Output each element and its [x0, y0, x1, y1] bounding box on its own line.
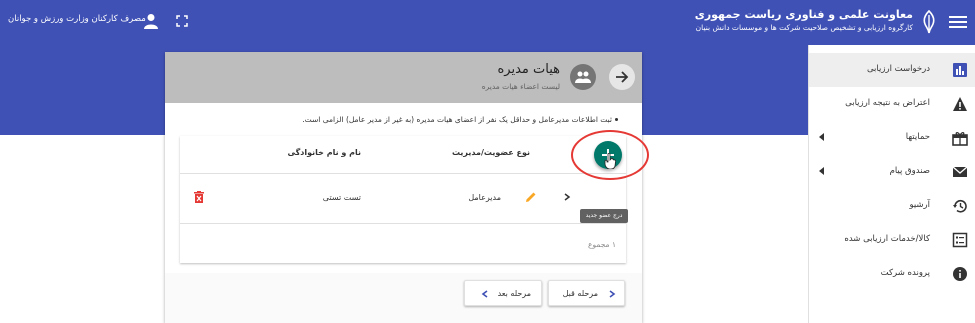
bar-chart-icon — [953, 63, 967, 77]
column-header-name: نام و نام خانوادگی — [287, 148, 361, 157]
sidebar-item-objection[interactable]: اعتراض به نتیجه ارزیابی — [809, 87, 975, 121]
history-icon — [953, 200, 967, 213]
sidebar: درخواست ارزیابی اعتراض به نتیجه ارزیابی … — [808, 45, 975, 323]
fullscreen-icon[interactable] — [176, 15, 188, 27]
hamburger-menu-icon[interactable] — [949, 13, 967, 31]
warning-icon — [953, 97, 967, 111]
sidebar-item-label: صندوق پیام — [889, 166, 930, 176]
people-avatar — [570, 64, 596, 90]
expand-caret-icon — [819, 133, 824, 141]
group-icon — [575, 71, 591, 83]
cell-role: مدیرعامل — [468, 193, 501, 202]
card-title: هیات مدیره — [497, 62, 561, 77]
arrow-forward-icon — [616, 71, 629, 83]
add-member-tooltip: درج عضو جدید — [580, 209, 628, 223]
brand: معاونت علمی و فناوری ریاست جمهوری کارگرو… — [695, 7, 913, 34]
sidebar-item-evaluated-goods[interactable]: کالا/خدمات ارزیابی شده — [809, 223, 975, 257]
edit-pencil-icon[interactable] — [525, 191, 537, 203]
card-header: هیات مدیره لیست اعضاء هیات مدیره — [165, 52, 642, 103]
info-icon — [953, 267, 967, 281]
next-step-label: مرحله بعد — [497, 289, 531, 298]
card-subtitle: لیست اعضاء هیات مدیره — [481, 82, 560, 91]
members-table: نوع عضویت/مدیریت نام و نام خانوادگی مدیر… — [180, 136, 626, 263]
user-name: مصرف کارکنان وزارت ورزش و جوانان — [8, 14, 146, 24]
required-notice: ثبت اطلاعات مدیرعامل و حداقل یک نفر از ا… — [302, 115, 612, 124]
sidebar-item-label: حمایتها — [905, 132, 930, 142]
chevron-right-icon[interactable] — [563, 193, 571, 201]
sidebar-item-supports[interactable]: حمایتها — [809, 121, 975, 155]
prev-step-button[interactable]: مرحله قبل — [548, 280, 625, 306]
delete-icon[interactable] — [194, 191, 204, 203]
top-app-bar: معاونت علمی و فناوری ریاست جمهوری کارگرو… — [0, 0, 975, 45]
total-count: ۱ مجموع — [588, 240, 616, 249]
gift-icon — [952, 132, 968, 146]
list-icon — [952, 232, 968, 248]
sidebar-item-company-file[interactable]: پرونده شرکت — [809, 257, 975, 291]
sidebar-item-label: پرونده شرکت — [880, 268, 930, 278]
hand-pointer-cursor-icon — [604, 153, 616, 169]
board-members-card: هیات مدیره لیست اعضاء هیات مدیره ثبت اطل… — [165, 52, 649, 323]
card-body: ثبت اطلاعات مدیرعامل و حداقل یک نفر از ا… — [165, 103, 642, 273]
sidebar-item-label: اعتراض به نتیجه ارزیابی — [845, 98, 930, 108]
user-icon[interactable] — [144, 13, 158, 29]
sidebar-item-evaluation-request[interactable]: درخواست ارزیابی — [809, 53, 975, 87]
forward-button[interactable] — [609, 64, 635, 90]
chevron-right-icon — [609, 290, 616, 298]
app-subtitle: کارگروه ارزیابی و تشخیص صلاحیت شرکت ها و… — [695, 23, 913, 32]
sidebar-item-inbox[interactable]: صندوق پیام — [809, 155, 975, 189]
cell-name: تست تستی — [322, 193, 361, 202]
sidebar-item-archive[interactable]: آرشیو — [809, 189, 975, 223]
divider — [180, 173, 626, 174]
bullet — [615, 118, 618, 121]
sidebar-item-label: کالا/خدمات ارزیابی شده — [844, 234, 930, 244]
app-title: معاونت علمی و فناوری ریاست جمهوری — [694, 8, 913, 21]
sidebar-item-label: درخواست ارزیابی — [866, 64, 930, 74]
chevron-left-icon — [481, 290, 488, 298]
expand-caret-icon — [819, 167, 824, 175]
sidebar-item-label: آرشیو — [909, 200, 930, 210]
divider — [180, 223, 626, 224]
column-header-role: نوع عضویت/مدیریت — [451, 148, 530, 157]
mail-icon — [952, 166, 968, 177]
emblem-logo-icon — [923, 10, 935, 34]
next-step-button[interactable]: مرحله بعد — [464, 280, 542, 306]
prev-step-label: مرحله قبل — [562, 289, 598, 298]
